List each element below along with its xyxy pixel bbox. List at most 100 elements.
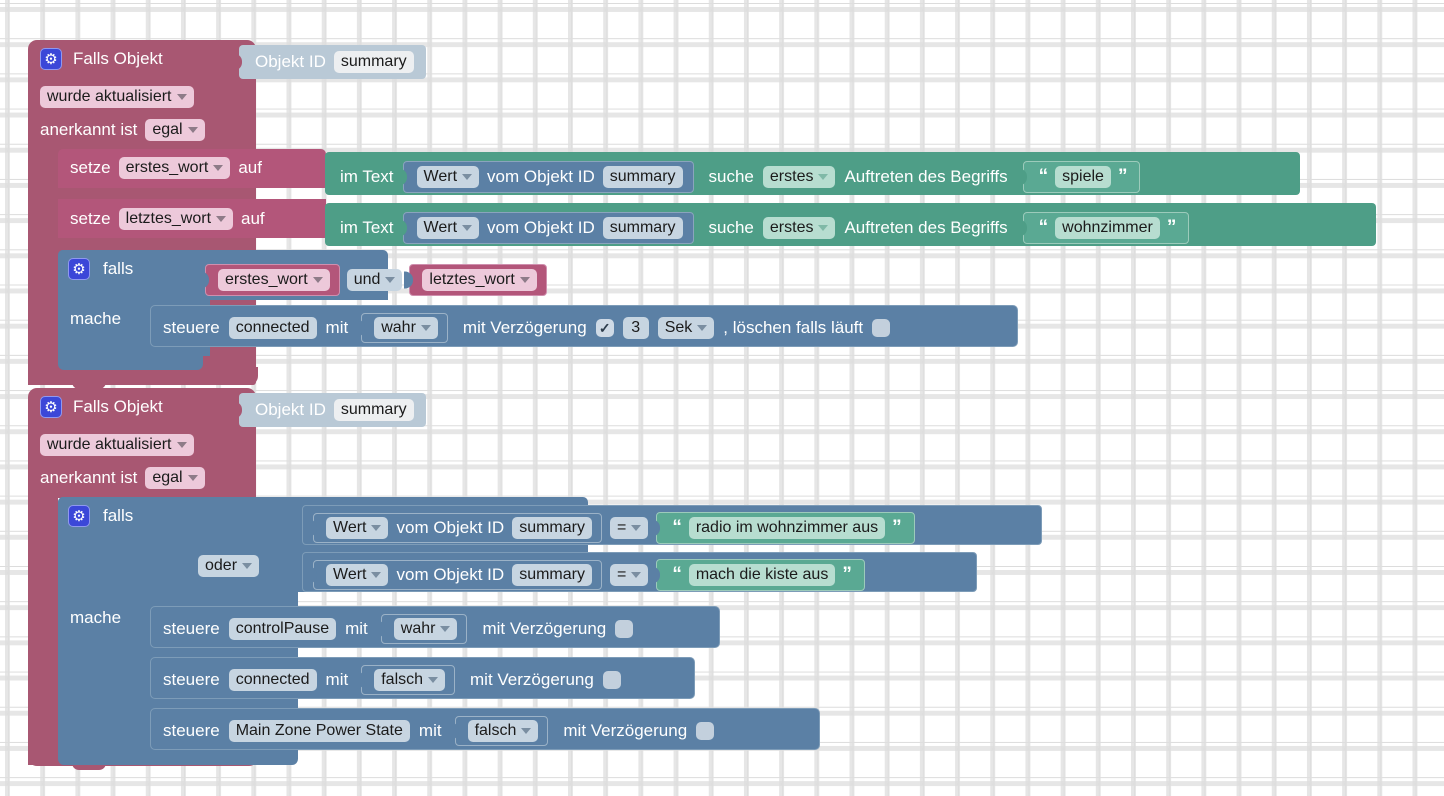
logic-1-left[interactable]: erstes_wort [218,269,330,291]
compare-1-comparator[interactable]: = [609,517,649,539]
object-id-block-1[interactable]: Objekt ID summary [233,45,426,79]
compare-1-literal[interactable]: radio im wohnzimmer aus [688,517,886,539]
indexof-2-object-id[interactable]: summary [602,217,683,239]
text-indexof-2-row: im Text Wert vom Objekt ID summary suche… [340,212,1190,244]
control-2-object-id[interactable]: controlPause [228,618,337,640]
logic-1-operator[interactable]: und [346,269,403,291]
set-2-connector: auf [241,209,265,228]
text-indexof-1-row: im Text Wert vom Objekt ID summary suche… [340,161,1141,193]
control-3-object-id[interactable]: connected [228,669,317,691]
trigger-2-title: Falls Objekt [73,397,163,416]
if-1-do-label-wrap: mache [70,309,121,329]
trigger-2-mode-label: wurde aktualisiert [47,436,172,453]
set-2-variable[interactable]: letztes_wort [126,210,211,228]
set-1-variable[interactable]: erstes_wort [126,159,209,177]
gear-icon[interactable]: ⚙ [68,505,90,527]
trigger-1-title: Falls Objekt [73,49,163,68]
indexof-1-occurrence[interactable]: erstes [762,166,836,188]
control-4-value[interactable]: falsch [467,720,539,742]
compare-row-1: Wert vom Objekt ID summary = “ radio im … [308,512,915,544]
control-3-delay-checkbox[interactable] [602,671,621,689]
trigger-1-mode[interactable]: wurde aktualisiert [40,86,194,108]
blockly-workspace[interactable]: ⚙ Falls Objekt Objekt ID summary wurde a… [0,0,1444,796]
control-1-clear-checkbox[interactable] [872,319,891,337]
compare-2-selector[interactable]: Wert [326,564,389,586]
control-1-delay-unit[interactable]: Sek [657,317,715,339]
trigger-1-ack-value[interactable]: egal [152,121,182,139]
if-2-label: falls [103,506,134,525]
quote-open-icon: “ [672,564,682,586]
chevron-down-icon [440,626,451,632]
control-1-delay-amount[interactable]: 3 [622,317,649,339]
trigger-1-ack-label: anerkannt ist [40,120,138,139]
indexof-1-selector[interactable]: Wert [416,166,480,188]
control-3-value[interactable]: falsch [374,669,446,691]
control-1-delay-checkbox[interactable]: ✓ [595,319,614,337]
chevron-down-icon [187,127,198,133]
chevron-down-icon [521,728,532,734]
control-4-keyword: steuere [163,721,220,740]
logic-2-operator-wrap[interactable]: oder [198,555,260,577]
chevron-down-icon [176,442,187,448]
chevron-down-icon [697,325,708,331]
trigger-1-header: ⚙ Falls Objekt [40,48,163,70]
if-1-label: falls [103,259,134,278]
set-1-connector: auf [238,158,262,177]
chevron-down-icon [428,677,439,683]
control-1-with: mit [325,318,349,337]
logic-1-right[interactable]: letztes_wort [422,269,537,291]
object-id-block-2[interactable]: Objekt ID summary [233,393,426,427]
chevron-down-icon [818,174,829,180]
object-id-label-2: Objekt ID [255,400,326,419]
compare-2-literal[interactable]: mach die kiste aus [688,564,836,586]
chevron-down-icon [176,94,187,100]
gear-icon[interactable]: ⚙ [40,48,62,70]
compare-1-selector[interactable]: Wert [326,517,389,539]
compare-2-comparator[interactable]: = [609,564,649,586]
control-2-value[interactable]: wahr [393,618,458,640]
if-2-do-label-wrap: mache [70,608,121,628]
trigger-2-ack-label: anerkannt ist [40,468,138,487]
gear-icon[interactable]: ⚙ [40,396,62,418]
trigger-2-ack-value[interactable]: egal [152,469,182,487]
control-4-delay-checkbox[interactable] [696,722,715,740]
object-id-value-2[interactable]: summary [333,399,414,421]
chevron-down-icon [213,165,224,171]
control-1-clear-label: , löschen falls läuft [723,318,864,337]
indexof-2-mid: vom Objekt ID [487,218,595,237]
object-id-label-1: Objekt ID [255,52,326,71]
trigger-1-ack: anerkannt ist egal [40,119,205,141]
gear-icon[interactable]: ⚙ [68,258,90,280]
control-4-object-id[interactable]: Main Zone Power State [228,720,410,742]
control-4-row: steuere Main Zone Power State mit falsch… [163,716,715,746]
trigger-2-mode[interactable]: wurde aktualisiert [40,434,194,456]
control-1-keyword: steuere [163,318,220,337]
control-1-object-id[interactable]: connected [228,317,317,339]
trigger-2-ack: anerkannt ist egal [40,467,205,489]
control-2-delay-checkbox[interactable] [615,620,634,638]
indexof-2-selector[interactable]: Wert [416,217,480,239]
chevron-down-icon [818,225,829,231]
compare-1-mid: vom Objekt ID [396,518,505,537]
chevron-down-icon [216,216,227,222]
indexof-1-needle[interactable]: spiele [1055,166,1111,188]
control-1-row: steuere connected mit wahr mit Verzögeru… [163,313,891,343]
control-1-value[interactable]: wahr [374,317,438,339]
compare-1-object-id[interactable]: summary [512,517,592,539]
indexof-2-occurrence[interactable]: erstes [762,217,836,239]
chevron-down-icon [462,174,473,180]
quote-close-icon: ” [1117,166,1128,188]
chevron-down-icon [187,475,198,481]
puzzle-notch [651,566,661,584]
logic-2-operator[interactable]: oder [198,555,260,577]
chevron-down-icon [371,572,382,578]
logic-operation-1[interactable]: erstes_wort und letztes_wort [200,264,547,296]
indexof-2-needle[interactable]: wohnzimmer [1055,217,1160,239]
indexof-1-object-id[interactable]: summary [602,166,683,188]
indexof-1-mid: vom Objekt ID [487,167,595,186]
chevron-down-icon [312,277,323,283]
control-2-keyword: steuere [163,619,220,638]
object-id-value-1[interactable]: summary [333,51,414,73]
compare-2-object-id[interactable]: summary [512,564,592,586]
trigger-1-mode-label: wurde aktualisiert [47,88,172,105]
